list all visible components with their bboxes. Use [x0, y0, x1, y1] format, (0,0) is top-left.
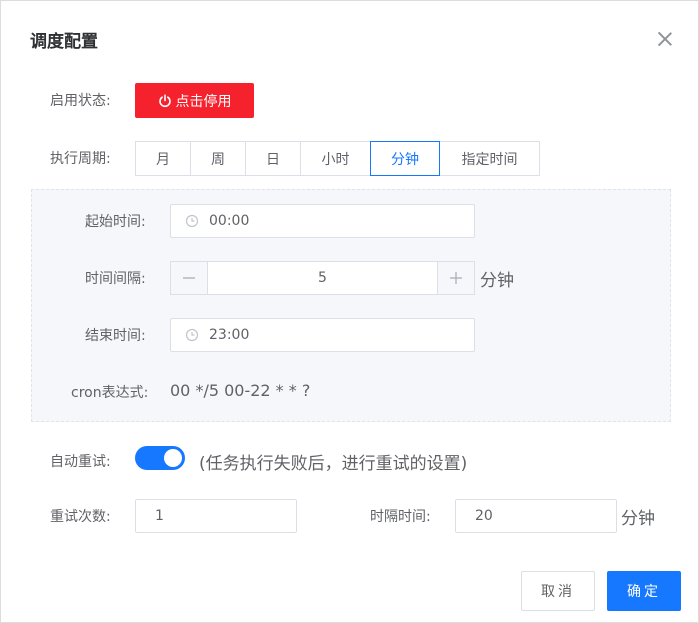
retry-count-value: 1: [155, 508, 164, 524]
retry-gap-input[interactable]: 20: [455, 499, 617, 533]
retry-gap-label: 时隔时间:: [370, 509, 431, 525]
start-time-picker[interactable]: 00:00: [170, 204, 475, 238]
start-time-label: 起始时间:: [85, 214, 146, 230]
disable-button-label: 点击停用: [175, 93, 232, 110]
dialog-title: 调度配置: [30, 32, 98, 52]
interval-label: 时间间隔:: [85, 271, 146, 287]
interval-input[interactable]: 5: [208, 262, 437, 294]
clock-icon: [185, 328, 199, 342]
period-option-week[interactable]: 周: [190, 141, 246, 176]
period-segmented-control: 月 周 日 小时 分钟 指定时间: [135, 141, 540, 176]
auto-retry-label: 自动重试:: [50, 454, 111, 470]
retry-gap-unit: 分钟: [621, 509, 655, 529]
interval-unit: 分钟: [480, 271, 514, 291]
toggle-knob: [164, 449, 182, 467]
end-time-value: 23:00: [209, 327, 250, 343]
decrement-button[interactable]: [171, 262, 208, 294]
retry-gap-value: 20: [475, 508, 493, 524]
interval-stepper: 5: [170, 261, 475, 295]
minus-icon: [183, 277, 195, 279]
confirm-button[interactable]: 确定: [607, 571, 681, 611]
cron-label: cron表达式:: [71, 385, 149, 401]
period-label: 执行周期:: [50, 151, 111, 167]
plus-icon: [450, 272, 462, 284]
retry-count-input[interactable]: 1: [135, 499, 297, 533]
period-option-specific-time[interactable]: 指定时间: [439, 141, 540, 176]
retry-count-label: 重试次数:: [50, 509, 111, 525]
clock-icon: [185, 214, 199, 228]
disable-button[interactable]: 点击停用: [135, 83, 254, 118]
auto-retry-toggle[interactable]: [135, 446, 185, 470]
end-time-picker[interactable]: 23:00: [170, 318, 475, 352]
end-time-label: 结束时间:: [85, 328, 146, 344]
increment-button[interactable]: [437, 262, 474, 294]
auto-retry-hint: (任务执行失败后，进行重试的设置): [199, 454, 468, 474]
period-option-day[interactable]: 日: [245, 141, 301, 176]
start-time-value: 00:00: [209, 213, 250, 229]
power-icon: [158, 93, 171, 107]
period-option-hour[interactable]: 小时: [300, 141, 371, 176]
cron-expression: 00 */5 00-22 * * ?: [170, 381, 311, 400]
period-option-minute[interactable]: 分钟: [370, 141, 440, 176]
status-label: 启用状态:: [50, 93, 111, 109]
cancel-button[interactable]: 取消: [521, 571, 595, 611]
period-option-month[interactable]: 月: [135, 141, 191, 176]
schedule-config-dialog: 调度配置 启用状态: 点击停用 执行周期: 月 周 日 小时 分钟 指定时间 起…: [0, 0, 699, 623]
close-icon[interactable]: [657, 31, 673, 47]
